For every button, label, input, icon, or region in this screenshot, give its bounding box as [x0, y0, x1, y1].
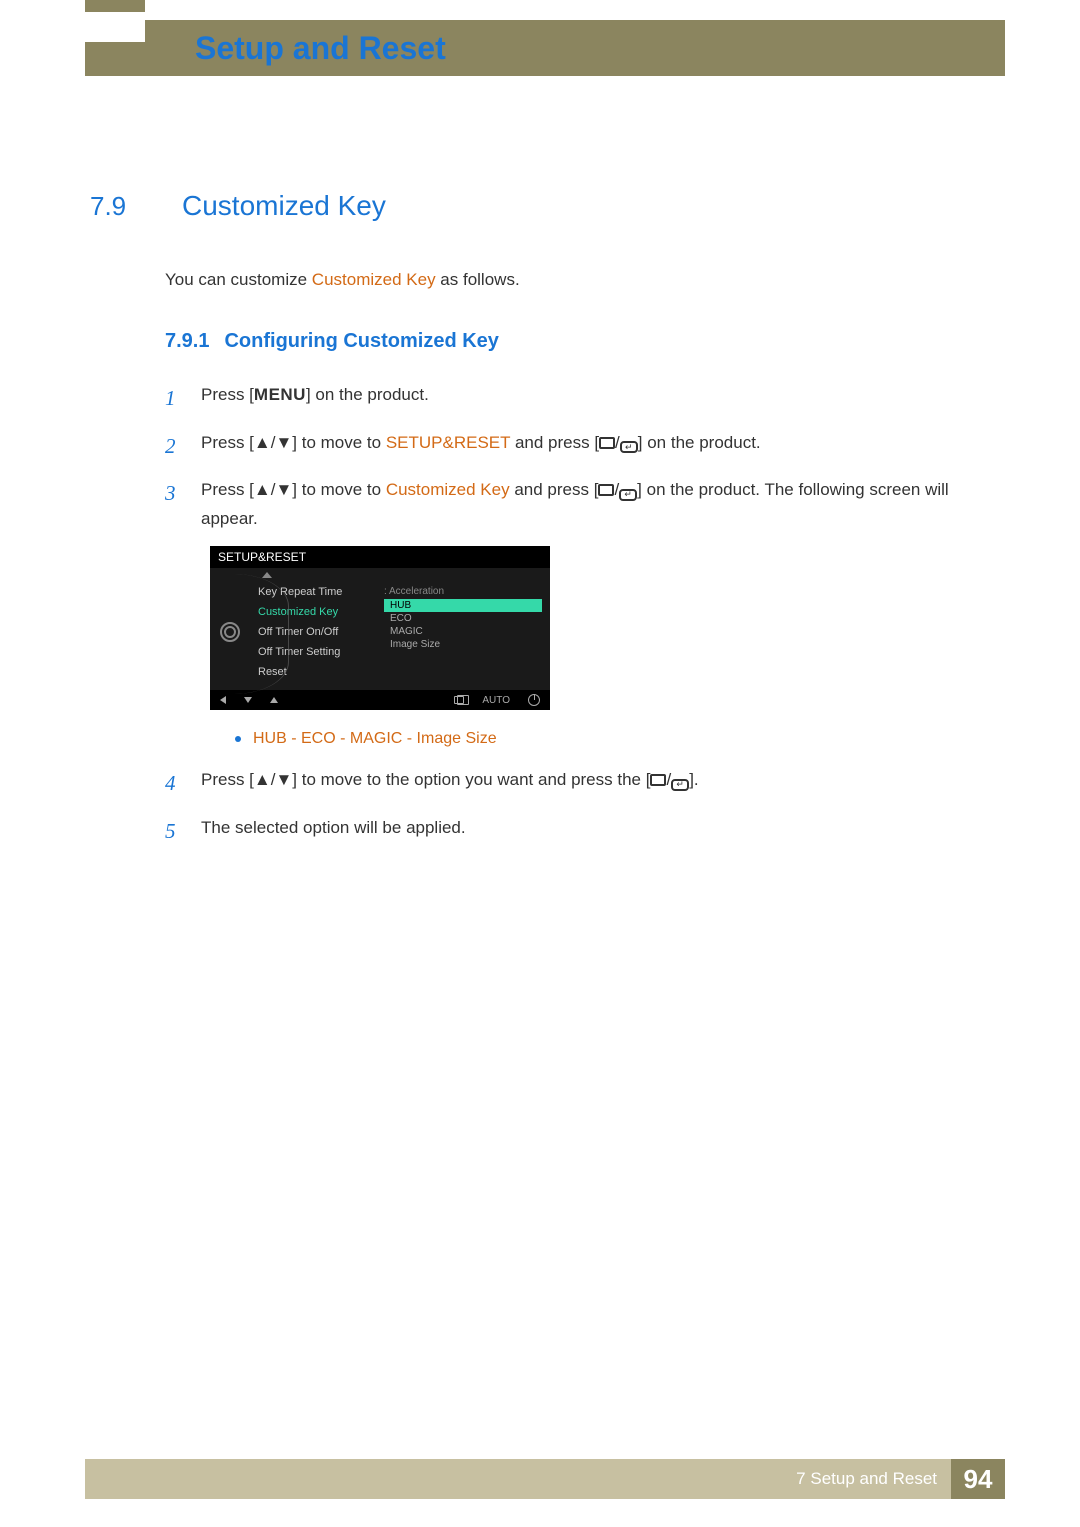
power-icon: [528, 694, 540, 706]
osd-right-icons: AUTO: [454, 694, 540, 706]
up-down-icon: ▲/▼: [254, 480, 292, 499]
document-page: Setup and Reset 7.9 Customized Key You c…: [0, 0, 1080, 1527]
step-number: 4: [165, 766, 183, 802]
source-icon: [650, 774, 666, 786]
text: Press [: [201, 385, 254, 404]
step-body: Press [▲/▼] to move to SETUP&RESET and p…: [201, 429, 990, 465]
step-body: The selected option will be applied.: [201, 814, 990, 850]
osd-panel: SETUP&RESET Key Repeat Time Customized K…: [210, 546, 550, 710]
steps-list-cont: 4 Press [▲/▼] to move to the option you …: [165, 766, 990, 849]
header-tab-strip: [85, 0, 145, 12]
footer-page-number: 94: [951, 1459, 1005, 1499]
osd-title: SETUP&RESET: [210, 546, 550, 568]
text: ] on the product.: [306, 385, 429, 404]
enter-icon: [619, 489, 637, 501]
step-number: 3: [165, 476, 183, 534]
options-list-text: HUB - ECO - MAGIC - Image Size: [253, 730, 497, 748]
options-bullet: HUB - ECO - MAGIC - Image Size: [235, 730, 990, 748]
step-body: Press [▲/▼] to move to Customized Key an…: [201, 476, 990, 534]
osd-option-selected: HUB: [384, 599, 542, 612]
enter-icon: [620, 441, 638, 453]
osd-screenshot: SETUP&RESET Key Repeat Time Customized K…: [210, 546, 990, 710]
step-number: 1: [165, 381, 183, 417]
step-number: 2: [165, 429, 183, 465]
header-tab-notch: [85, 12, 145, 42]
steps-list: 1 Press [MENU] on the product. 2 Press […: [165, 381, 990, 534]
text: Press [: [201, 770, 254, 789]
auto-label: AUTO: [482, 695, 510, 706]
up-down-icon: ▲/▼: [254, 770, 292, 789]
text: ] to move to: [292, 433, 386, 452]
arrow-up-icon: [262, 572, 272, 578]
menu-button-label: MENU: [254, 385, 306, 404]
arrow-up-icon: [270, 697, 278, 703]
osd-bottom-bar: AUTO: [210, 690, 550, 710]
section-number: 7.9: [90, 191, 142, 222]
osd-body: Key Repeat Time Customized Key Off Timer…: [210, 568, 550, 690]
text: and press [: [510, 480, 599, 499]
content-area: 7.9 Customized Key You can customize Cus…: [90, 190, 990, 862]
osd-arc-decoration: [234, 574, 289, 694]
step-number: 5: [165, 814, 183, 850]
osd-option: Image Size: [384, 638, 542, 651]
osd-options-list: : Acceleration HUB ECO MAGIC Image Size: [378, 574, 542, 678]
osd-value-label: : Acceleration: [384, 586, 542, 597]
intro-pre: You can customize: [165, 270, 312, 289]
step-1: 1 Press [MENU] on the product.: [165, 381, 990, 417]
highlight: Customized Key: [386, 480, 510, 499]
subsection-heading: 7.9.1 Configuring Customized Key: [165, 330, 990, 353]
arrow-down-icon: [244, 697, 252, 703]
intro-text: You can customize Customized Key as foll…: [165, 270, 990, 290]
section-title: Customized Key: [182, 190, 386, 222]
text: ] on the product.: [638, 433, 761, 452]
step-body: Press [MENU] on the product.: [201, 381, 990, 417]
enter-icon: [671, 779, 689, 791]
subsection-title: Configuring Customized Key: [224, 330, 498, 353]
osd-option: ECO: [384, 612, 542, 625]
highlight: SETUP&RESET: [386, 433, 510, 452]
osd-option: MAGIC: [384, 625, 542, 638]
source-icon: [599, 437, 615, 449]
text: ] to move to the option you want and pre…: [292, 770, 650, 789]
text: Acceleration: [389, 586, 444, 597]
text: Press [: [201, 480, 254, 499]
step-2: 2 Press [▲/▼] to move to SETUP&RESET and…: [165, 429, 990, 465]
chapter-title: Setup and Reset: [195, 30, 446, 67]
source-icon: [598, 484, 614, 496]
bullet-icon: [235, 736, 241, 742]
footer-bar: 7 Setup and Reset 94: [85, 1459, 1005, 1499]
up-down-icon: ▲/▼: [254, 433, 292, 452]
intro-post: as follows.: [436, 270, 520, 289]
source-icon: [454, 696, 464, 704]
step-3: 3 Press [▲/▼] to move to Customized Key …: [165, 476, 990, 534]
text: Press [: [201, 433, 254, 452]
text: ] to move to: [292, 480, 386, 499]
intro-highlight: Customized Key: [312, 270, 436, 289]
step-5: 5 The selected option will be applied.: [165, 814, 990, 850]
subsection-number: 7.9.1: [165, 330, 209, 353]
section-heading: 7.9 Customized Key: [90, 190, 990, 222]
step-body: Press [▲/▼] to move to the option you wa…: [201, 766, 990, 802]
text: and press [: [510, 433, 599, 452]
text: ].: [689, 770, 698, 789]
footer-chapter: 7 Setup and Reset: [796, 1469, 951, 1489]
step-4: 4 Press [▲/▼] to move to the option you …: [165, 766, 990, 802]
osd-nav-icons: [220, 696, 278, 704]
arrow-left-icon: [220, 696, 226, 704]
